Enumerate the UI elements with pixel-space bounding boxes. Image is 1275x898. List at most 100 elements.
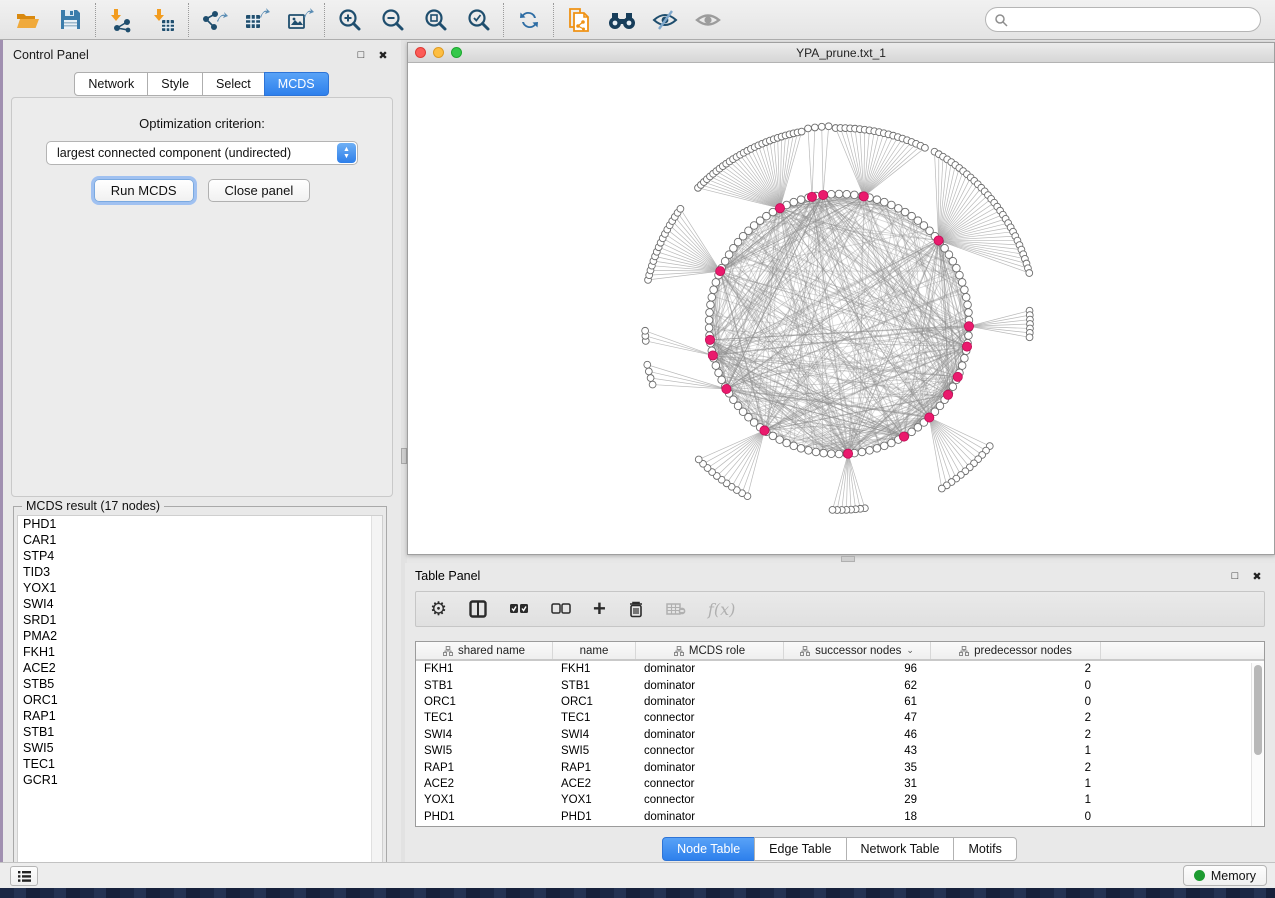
satellite-node[interactable] [677, 205, 684, 212]
float-panel-icon[interactable]: □ [353, 47, 369, 63]
satellite-node[interactable] [798, 128, 805, 135]
hide-selected-button[interactable] [643, 2, 686, 38]
result-node-item[interactable]: CAR1 [18, 532, 382, 548]
result-node-item[interactable]: YOX1 [18, 580, 382, 596]
ring-node[interactable] [712, 279, 720, 287]
tab-edge-table[interactable]: Edge Table [754, 837, 846, 861]
close-panel-icon[interactable]: ✖ [1249, 568, 1265, 584]
ring-node[interactable] [820, 449, 828, 457]
result-node-item[interactable]: RAP1 [18, 708, 382, 724]
mcds-hub-node[interactable] [708, 351, 717, 360]
close-panel-icon[interactable]: ✖ [375, 47, 391, 63]
mcds-hub-node[interactable] [807, 192, 816, 201]
import-network-button[interactable] [99, 2, 142, 38]
ring-node[interactable] [961, 354, 969, 362]
ring-node[interactable] [888, 201, 896, 209]
mcds-hub-node[interactable] [925, 413, 934, 422]
ring-node[interactable] [843, 190, 851, 198]
table-row[interactable]: PHD1PHD1dominator180 [416, 809, 1264, 825]
import-table-button[interactable] [142, 2, 185, 38]
ring-node[interactable] [827, 190, 835, 198]
ring-node[interactable] [866, 447, 874, 455]
tab-motifs[interactable]: Motifs [953, 837, 1016, 861]
ring-node[interactable] [705, 316, 713, 324]
ring-node[interactable] [835, 450, 843, 458]
tab-network[interactable]: Network [74, 72, 148, 96]
ring-node[interactable] [873, 196, 881, 204]
table-row[interactable]: STB1STB1dominator620 [416, 677, 1264, 693]
ring-node[interactable] [961, 286, 969, 294]
ring-node[interactable] [812, 448, 820, 456]
mcds-hub-node[interactable] [899, 432, 908, 441]
result-node-item[interactable]: SWI4 [18, 596, 382, 612]
clone-network-button[interactable] [557, 2, 600, 38]
scrollbar-thumb[interactable] [1254, 665, 1262, 755]
ring-node[interactable] [964, 301, 972, 309]
column-header-successor-nodes[interactable]: successor nodes⌄ [784, 642, 931, 659]
ring-node[interactable] [888, 439, 896, 447]
result-node-item[interactable]: PMA2 [18, 628, 382, 644]
satellite-node[interactable] [1026, 270, 1033, 277]
satellite-node[interactable] [695, 456, 702, 463]
mcds-hub-node[interactable] [934, 236, 943, 245]
mcds-result-list[interactable]: PHD1CAR1STP4TID3YOX1SWI4SRD1PMA2FKH1ACE2… [17, 515, 383, 874]
result-node-item[interactable]: ORC1 [18, 692, 382, 708]
satellite-node[interactable] [938, 485, 945, 492]
mcds-hub-node[interactable] [943, 390, 952, 399]
zoom-in-button[interactable] [328, 2, 371, 38]
ring-node[interactable] [706, 309, 714, 317]
delete-column-icon[interactable] [628, 600, 644, 618]
ring-node[interactable] [835, 190, 843, 198]
ring-node[interactable] [965, 332, 973, 340]
satellite-node[interactable] [642, 327, 649, 334]
ring-node[interactable] [880, 198, 888, 206]
result-node-item[interactable]: FKH1 [18, 644, 382, 660]
column-header-predecessor-nodes[interactable]: predecessor nodes [931, 642, 1101, 659]
mcds-hub-node[interactable] [964, 322, 973, 331]
mcds-hub-node[interactable] [843, 449, 852, 458]
mcds-hub-node[interactable] [760, 426, 769, 435]
column-header-name[interactable]: name [553, 642, 636, 659]
result-node-item[interactable]: TEC1 [18, 756, 382, 772]
result-list-scrollbar[interactable] [371, 516, 382, 873]
ring-node[interactable] [958, 362, 966, 370]
show-all-button[interactable] [686, 2, 729, 38]
network-window-titlebar[interactable]: YPA_prune.txt_1 [408, 43, 1274, 63]
result-node-item[interactable]: STB1 [18, 724, 382, 740]
mcds-hub-node[interactable] [819, 190, 828, 199]
ring-node[interactable] [708, 293, 716, 301]
tab-network-table[interactable]: Network Table [846, 837, 955, 861]
first-neighbors-button[interactable] [600, 2, 643, 38]
ring-node[interactable] [949, 257, 957, 265]
ring-node[interactable] [790, 442, 798, 450]
ring-node[interactable] [827, 450, 835, 458]
ring-node[interactable] [797, 445, 805, 453]
ring-node[interactable] [965, 309, 973, 317]
mcds-hub-node[interactable] [716, 267, 725, 276]
ring-node[interactable] [858, 448, 866, 456]
tab-mcds[interactable]: MCDS [264, 72, 329, 96]
satellite-node[interactable] [825, 123, 832, 130]
result-node-item[interactable]: ACE2 [18, 660, 382, 676]
tab-select[interactable]: Select [202, 72, 265, 96]
satellite-node[interactable] [818, 123, 825, 130]
close-panel-button[interactable]: Close panel [208, 179, 311, 202]
deselect-all-icon[interactable] [551, 603, 571, 615]
satellite-node[interactable] [805, 125, 812, 132]
ring-node[interactable] [797, 196, 805, 204]
satellite-node[interactable] [644, 361, 651, 368]
mcds-hub-node[interactable] [775, 204, 784, 213]
table-row[interactable]: ACE2ACE2connector311 [416, 776, 1264, 792]
mcds-hub-node[interactable] [962, 342, 971, 351]
table-row[interactable]: SWI4SWI4dominator462 [416, 727, 1264, 743]
table-row[interactable]: SWI5SWI5connector431 [416, 743, 1264, 759]
tab-node-table[interactable]: Node Table [662, 837, 755, 861]
splitter-grip[interactable] [841, 556, 855, 562]
ring-node[interactable] [790, 198, 798, 206]
table-row[interactable]: YOX1YOX1connector291 [416, 792, 1264, 808]
zoom-selected-button[interactable] [457, 2, 500, 38]
export-image-button[interactable] [278, 2, 321, 38]
ring-node[interactable] [805, 447, 813, 455]
ring-node[interactable] [705, 324, 713, 332]
table-row[interactable]: RAP1RAP1dominator352 [416, 759, 1264, 775]
